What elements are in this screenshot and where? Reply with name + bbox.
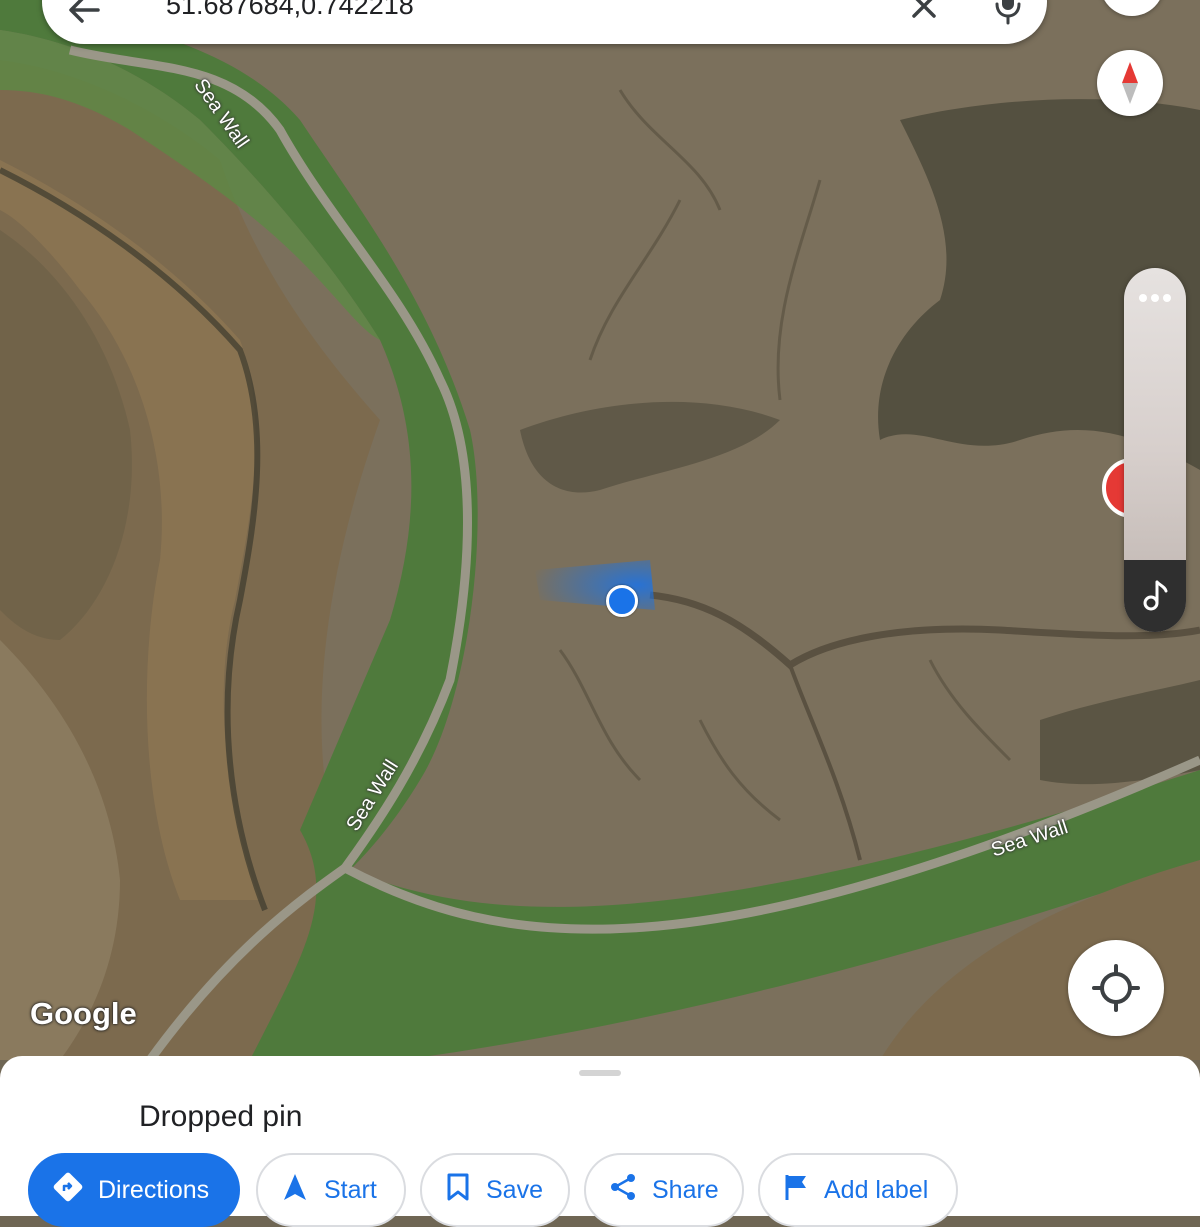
my-location-button[interactable]	[1068, 940, 1164, 1036]
satellite-map[interactable]: Sea Wall Sea Wall Sea Wall Google	[0, 0, 1200, 1060]
more-dots-icon[interactable]	[1137, 290, 1173, 308]
navigation-arrow-icon	[282, 1172, 308, 1209]
directions-icon	[52, 1171, 84, 1210]
microphone-icon[interactable]	[986, 0, 1030, 28]
close-icon[interactable]	[904, 0, 944, 26]
music-control[interactable]	[1124, 560, 1186, 632]
save-button[interactable]: Save	[420, 1153, 570, 1227]
save-label: Save	[486, 1175, 543, 1204]
share-button[interactable]: Share	[584, 1153, 744, 1227]
satellite-imagery	[0, 0, 1200, 1060]
search-bar[interactable]: 51.687684,0.742218	[42, 0, 1047, 44]
compass-icon	[1097, 62, 1163, 120]
place-bottom-sheet[interactable]: Dropped pin Directions Start Save Share …	[0, 1056, 1200, 1227]
share-icon	[608, 1172, 638, 1209]
crosshair-icon	[1068, 964, 1164, 1040]
current-location-dot	[606, 585, 638, 617]
start-button[interactable]: Start	[256, 1153, 406, 1227]
floating-media-panel[interactable]	[1124, 268, 1186, 632]
drag-handle[interactable]	[579, 1070, 621, 1076]
start-label: Start	[324, 1175, 377, 1204]
back-arrow-icon[interactable]	[64, 0, 104, 30]
add-label-label: Add label	[824, 1175, 929, 1204]
flag-icon	[782, 1172, 810, 1209]
compass-button[interactable]	[1097, 50, 1163, 116]
directions-label: Directions	[98, 1175, 210, 1204]
add-label-button[interactable]: Add label	[758, 1153, 958, 1227]
place-title: Dropped pin	[139, 1100, 303, 1133]
bookmark-icon	[446, 1172, 470, 1209]
search-query-text[interactable]: 51.687684,0.742218	[166, 0, 414, 21]
share-label: Share	[652, 1175, 719, 1204]
music-note-icon	[1140, 578, 1170, 617]
directions-button[interactable]: Directions	[28, 1153, 240, 1227]
google-attribution: Google	[30, 996, 137, 1031]
